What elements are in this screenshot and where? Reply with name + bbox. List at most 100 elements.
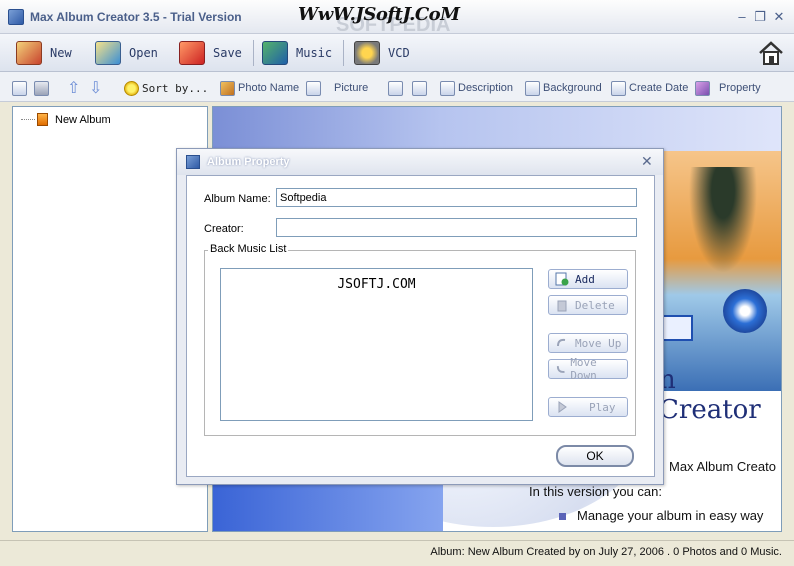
create-date-button[interactable]: Create Date	[611, 79, 688, 97]
dialog-title: Album Property	[207, 156, 290, 168]
new-page-icon	[12, 80, 27, 96]
album-name-input[interactable]	[276, 188, 637, 207]
preview-creator-text: n Creator	[659, 365, 761, 425]
window-title: Max Album Creator 3.5 - Trial Version	[30, 10, 242, 24]
move-down-label: Move Down	[570, 356, 597, 382]
status-bar: Album: New Album Created by on July 27, …	[0, 540, 794, 566]
play-music-button[interactable]: Play	[548, 397, 628, 417]
property-label: Property	[719, 82, 761, 94]
delete-music-button[interactable]: Delete	[548, 295, 628, 315]
home-icon[interactable]	[758, 40, 784, 66]
music-icon	[262, 41, 288, 65]
background-button[interactable]: Background	[525, 79, 602, 97]
play-label: Play	[589, 400, 616, 414]
move-up-button[interactable]: ⇧	[67, 79, 80, 97]
music-button[interactable]: Music	[262, 40, 332, 66]
add-music-button[interactable]: Add	[548, 269, 628, 289]
description-label: Description	[458, 82, 514, 94]
toolbar-separator	[253, 40, 254, 66]
tree-item-label: New Album	[55, 113, 111, 126]
trash-icon	[34, 80, 49, 96]
dialog-app-icon	[186, 155, 200, 169]
save-button-label: Save	[213, 46, 242, 60]
paste-button[interactable]	[412, 79, 430, 97]
status-text: Album: New Album Created by on July 27, …	[430, 546, 782, 558]
delete-label: Delete	[575, 298, 615, 312]
save-icon	[179, 41, 205, 65]
tree-connector	[21, 119, 35, 120]
background-icon	[525, 80, 540, 96]
album-icon	[37, 113, 48, 126]
new-page-button[interactable]	[12, 79, 30, 97]
dialog-close-icon[interactable]: ✕	[641, 153, 653, 170]
cd-icon	[723, 289, 767, 333]
paste-icon	[412, 80, 427, 96]
copy-icon	[388, 80, 403, 96]
add-label: Add	[575, 272, 595, 286]
open-button[interactable]: Open	[95, 40, 158, 66]
earth-graphic	[213, 479, 443, 531]
move-down-music-button[interactable]: Move Down	[548, 356, 628, 382]
background-label: Background	[543, 82, 602, 94]
lightbulb-icon	[124, 80, 139, 96]
photo-toolbar: ⇧ ⇩ Sort by... Photo Name Picture Descri…	[0, 72, 794, 102]
restore-icon[interactable]: ❐	[752, 9, 768, 25]
pencil-icon	[220, 80, 235, 96]
picture-button[interactable]: Picture	[306, 79, 368, 97]
preview-bullet-1: Manage your album in easy way	[577, 508, 764, 523]
main-toolbar: New Open Save Music VCD	[0, 34, 794, 72]
tree-item-new-album[interactable]: New Album	[21, 113, 111, 126]
photo-name-label: Photo Name	[238, 82, 300, 94]
new-button[interactable]: New	[16, 40, 72, 66]
vcd-button[interactable]: VCD	[354, 40, 410, 66]
album-property-dialog: Album Property ✕ Album Name: Creator: Ba…	[176, 148, 664, 485]
music-list[interactable]: JSOFTJ.COM	[220, 268, 533, 421]
new-button-label: New	[50, 46, 72, 60]
sort-by-button[interactable]: Sort by...	[124, 79, 208, 97]
new-album-icon	[16, 41, 42, 65]
open-folder-icon	[95, 41, 121, 65]
creator-input[interactable]	[276, 218, 637, 237]
vcd-disc-icon	[354, 41, 380, 65]
picture-icon	[306, 80, 321, 96]
list-item[interactable]: JSOFTJ.COM	[221, 277, 532, 292]
description-icon	[440, 80, 455, 96]
copy-button[interactable]	[388, 79, 406, 97]
move-up-icon	[557, 338, 566, 347]
app-icon	[8, 9, 24, 25]
music-button-label: Music	[296, 46, 333, 60]
toolbar-separator	[343, 40, 344, 66]
photo-name-button[interactable]: Photo Name	[220, 79, 299, 97]
preview-banner	[213, 107, 781, 151]
play-icon	[558, 401, 567, 413]
minimize-icon[interactable]: –	[734, 9, 750, 25]
palm-tree-graphic	[683, 167, 763, 287]
move-down-button[interactable]: ⇩	[89, 79, 102, 97]
add-icon	[555, 272, 569, 286]
close-icon[interactable]: ✕	[771, 9, 787, 25]
move-up-music-button[interactable]: Move Up	[548, 333, 628, 353]
delete-button[interactable]	[34, 79, 52, 97]
watermark-text: WwW.JSoftJ.CoM	[298, 4, 460, 25]
arrow-up-icon: ⇧	[67, 80, 81, 97]
description-button[interactable]: Description	[440, 79, 513, 97]
calendar-icon	[611, 80, 626, 96]
back-music-group-label: Back Music List	[208, 243, 289, 255]
sort-by-label: Sort by...	[142, 81, 209, 95]
preview-line-2: In this version you can:	[529, 484, 662, 499]
title-bar: Max Album Creator 3.5 - Trial Version SO…	[0, 0, 794, 36]
album-name-label: Album Name:	[204, 193, 271, 205]
bullet-icon	[559, 513, 566, 520]
open-button-label: Open	[129, 46, 158, 60]
dialog-body: Album Name: Creator: Back Music List JSO…	[186, 175, 655, 477]
creator-label: Creator:	[204, 223, 244, 235]
trash-icon	[557, 300, 567, 312]
property-icon	[695, 80, 710, 96]
property-button[interactable]: Property	[695, 79, 761, 97]
vcd-button-label: VCD	[388, 46, 410, 60]
dialog-title-bar: Album Property ✕	[177, 149, 663, 175]
picture-label: Picture	[334, 82, 369, 94]
save-button[interactable]: Save	[179, 40, 242, 66]
create-date-label: Create Date	[629, 82, 689, 94]
ok-button[interactable]: OK	[556, 445, 634, 467]
